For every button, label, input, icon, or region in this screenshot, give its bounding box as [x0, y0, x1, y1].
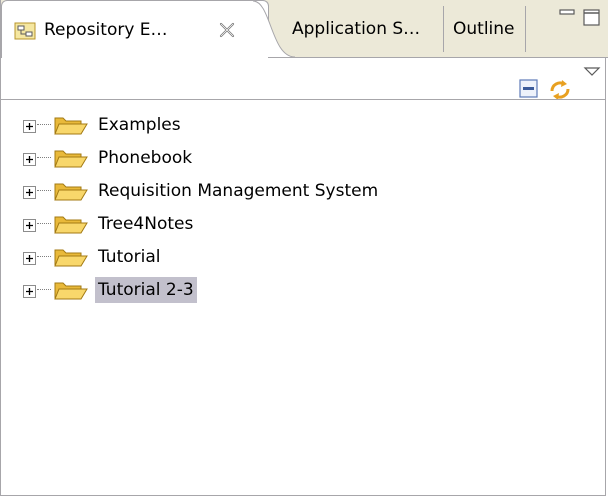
- expand-icon[interactable]: [23, 151, 36, 166]
- repository-icon: [14, 21, 36, 41]
- tree-item-label: Tree4Notes: [98, 214, 194, 234]
- folder-icon: [53, 279, 89, 301]
- tree-item-label: Tutorial 2-3: [95, 277, 197, 303]
- tab-strip: Repository E… Application S… Outline: [1, 0, 608, 58]
- view-toolbar: [1, 58, 608, 100]
- tree-connector: [37, 256, 51, 258]
- tab-label: Outline: [453, 19, 515, 39]
- maximize-icon[interactable]: [581, 6, 603, 28]
- folder-icon: [53, 180, 89, 202]
- expand-icon[interactable]: [23, 250, 36, 265]
- folder-icon: [53, 114, 89, 136]
- tab-separator: [443, 6, 444, 52]
- tree-item-tree4notes[interactable]: Tree4Notes: [1, 207, 601, 240]
- tree-item-label: Examples: [98, 115, 181, 135]
- tree-item-label: Requisition Management System: [98, 181, 379, 201]
- repository-explorer-view: Repository E… Application S… Outline Exa…: [0, 0, 608, 496]
- minimize-icon[interactable]: [557, 6, 579, 28]
- tree-item-requisition-management-system[interactable]: Requisition Management System: [1, 174, 601, 207]
- link-with-editor-icon[interactable]: [548, 78, 570, 100]
- tab-label: Application S…: [292, 19, 421, 39]
- expand-icon[interactable]: [23, 184, 36, 199]
- tab-label: Repository E…: [44, 20, 168, 40]
- toolbar-divider: [1, 99, 605, 100]
- tree-item-label: Phonebook: [98, 148, 193, 168]
- folder-icon: [53, 147, 89, 169]
- folder-icon: [53, 213, 89, 235]
- tab-repository-explorer[interactable]: Repository E…: [1, 0, 269, 58]
- close-icon[interactable]: [218, 21, 236, 39]
- tree-item-phonebook[interactable]: Phonebook: [1, 141, 601, 174]
- expand-icon[interactable]: [23, 217, 36, 232]
- tree-connector: [37, 223, 51, 225]
- tab-separator: [525, 6, 526, 52]
- tree-item-label: Tutorial: [98, 247, 161, 267]
- tree-connector: [37, 289, 51, 291]
- tree-connector: [37, 190, 51, 192]
- tree-connector: [37, 157, 51, 159]
- view-menu-icon[interactable]: [582, 64, 604, 86]
- tree-item-tutorial[interactable]: Tutorial: [1, 240, 601, 273]
- expand-icon[interactable]: [23, 283, 36, 298]
- folder-icon: [53, 246, 89, 268]
- tree-item-examples[interactable]: Examples: [1, 108, 601, 141]
- expand-icon[interactable]: [23, 118, 36, 133]
- collapse-all-icon[interactable]: [518, 78, 540, 100]
- tab-curve-decoration: [253, 0, 295, 58]
- repository-tree: Examples Phonebook Requisition Managemen…: [1, 108, 601, 306]
- tree-item-tutorial-2-3[interactable]: Tutorial 2-3: [1, 273, 601, 306]
- tree-connector: [37, 124, 51, 126]
